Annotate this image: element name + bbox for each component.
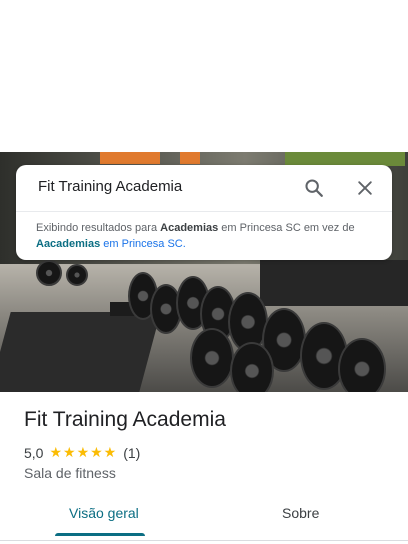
notice-shown-term: Academias (160, 222, 219, 234)
place-tabs: Visão geral Sobre (0, 496, 408, 536)
photo-detail (285, 152, 405, 166)
notice-original-term[interactable]: Aacademias (36, 238, 100, 250)
search-icon[interactable] (300, 174, 328, 202)
tab-overview[interactable]: Visão geral (69, 505, 139, 521)
search-card: Fit Training Academia Exibindo resultado… (16, 165, 392, 260)
photo-plate (36, 260, 62, 286)
search-bar[interactable]: Fit Training Academia (16, 165, 392, 211)
photo-plate (338, 338, 386, 392)
review-count[interactable]: (1) (123, 445, 140, 461)
photo-mat (0, 312, 161, 392)
photo-plate (190, 328, 234, 388)
star-rating-icon: ★★★★★ (49, 444, 118, 460)
photo-detail (100, 152, 160, 164)
photo-plate (66, 264, 88, 286)
photo-plate (230, 342, 274, 392)
spelling-notice: Exibindo resultados para Academias em Pr… (36, 220, 376, 252)
tab-about[interactable]: Sobre (282, 505, 319, 521)
photo-detail (180, 152, 200, 164)
tabs-divider (0, 540, 408, 541)
notice-suffix[interactable]: em Princesa SC. (100, 238, 186, 250)
active-tab-indicator (55, 533, 145, 536)
search-divider (16, 211, 392, 212)
search-input[interactable]: Fit Training Academia (38, 178, 182, 195)
search-instead-link[interactable]: Aacademias em Princesa SC. (36, 238, 186, 250)
notice-middle: em Princesa SC em vez de (218, 222, 355, 234)
notice-prefix: Exibindo resultados para (36, 222, 161, 234)
rating-value: 5,0 (24, 444, 44, 461)
top-blank-area (0, 0, 408, 152)
close-icon[interactable] (351, 174, 379, 202)
rating-row[interactable]: 5,0 ★★★★★ (1) (24, 444, 140, 461)
place-title: Fit Training Academia (24, 408, 226, 431)
photo-rack (260, 260, 408, 306)
place-category: Sala de fitness (24, 465, 116, 481)
